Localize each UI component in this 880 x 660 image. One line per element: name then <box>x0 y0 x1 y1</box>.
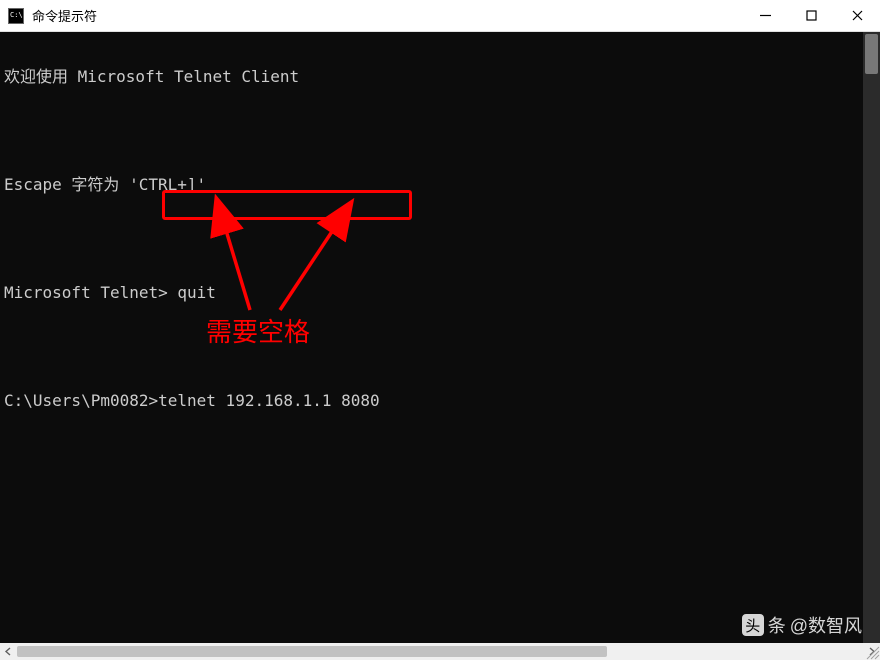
resize-grip[interactable] <box>863 643 880 660</box>
terminal-output[interactable]: 欢迎使用 Microsoft Telnet Client Escape 字符为 … <box>0 32 880 643</box>
watermark-badge: 头 <box>742 614 764 636</box>
terminal-line: Microsoft Telnet> quit <box>4 279 876 306</box>
terminal-line: Escape 字符为 'CTRL+]' <box>4 171 876 198</box>
horizontal-scrollbar[interactable] <box>0 643 880 660</box>
vertical-scrollbar-thumb[interactable] <box>865 34 878 74</box>
window-title: 命令提示符 <box>32 6 97 25</box>
watermark-text: 条 <box>768 612 786 638</box>
minimize-button[interactable] <box>742 0 788 31</box>
annotation-label: 需要空格 <box>206 312 310 349</box>
scroll-left-button[interactable] <box>0 643 17 660</box>
terminal-area: 欢迎使用 Microsoft Telnet Client Escape 字符为 … <box>0 32 880 660</box>
watermark-author: @数智风 <box>790 612 862 638</box>
window-controls <box>742 0 880 31</box>
horizontal-scrollbar-thumb[interactable] <box>17 646 607 657</box>
typed-command: telnet 192.168.1.1 8080 <box>158 391 380 410</box>
cmd-icon <box>8 8 24 24</box>
prompt: C:\Users\Pm0082> <box>4 391 158 410</box>
terminal-line: C:\Users\Pm0082>telnet 192.168.1.1 8080 <box>4 387 876 414</box>
terminal-line <box>4 225 876 252</box>
titlebar[interactable]: 命令提示符 <box>0 0 880 32</box>
close-button[interactable] <box>834 0 880 31</box>
terminal-line <box>4 117 876 144</box>
vertical-scrollbar[interactable] <box>863 32 880 643</box>
maximize-button[interactable] <box>788 0 834 31</box>
command-prompt-window: 命令提示符 欢迎使用 Microsoft Telnet Client Escap… <box>0 0 880 660</box>
terminal-line <box>4 333 876 360</box>
terminal-line: 欢迎使用 Microsoft Telnet Client <box>4 63 876 90</box>
horizontal-scrollbar-track[interactable] <box>17 643 863 660</box>
watermark: 头 条 @数智风 <box>742 612 862 638</box>
